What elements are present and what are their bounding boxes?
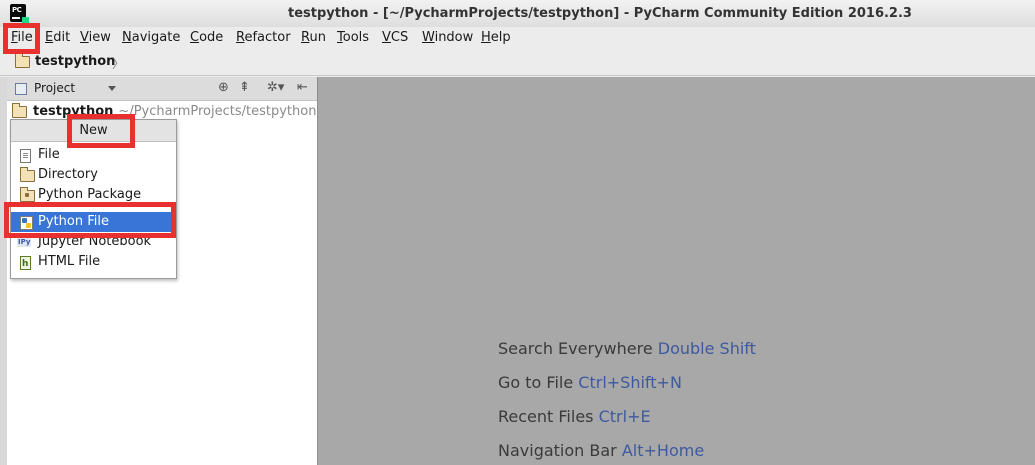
highlight-new-header [67,114,135,148]
menu-window[interactable]: Window [422,30,473,45]
collapse-all-icon[interactable]: ⇞ [239,80,250,95]
title-bar: PC testpython - [~/PycharmProjects/testp… [0,0,1035,27]
project-root-node[interactable]: testpython ~/PycharmProjects/testpython [12,102,317,119]
highlight-python-file [4,202,176,238]
chevron-down-icon[interactable] [108,86,116,91]
tool-window-strip [0,77,7,465]
menu-help[interactable]: Help [481,30,511,45]
hint-go-to-file: Go to File Ctrl+Shift+N [498,373,682,392]
hide-panel-icon[interactable]: ⇤ [297,80,308,95]
scroll-from-source-icon[interactable]: ⊕ [218,80,229,95]
folder-icon [12,102,27,118]
hint-navigation-bar: Navigation Bar Alt+Home [498,441,705,460]
project-view-selector[interactable]: Project [34,81,75,95]
window-title: testpython - [~/PycharmProjects/testpyth… [288,6,912,21]
hint-recent-files: Recent Files Ctrl+E [498,407,651,426]
file-icon [20,149,31,163]
highlight-file-menu [3,23,40,54]
menu-item-directory[interactable]: Directory [11,165,176,185]
editor-area[interactable] [317,77,1035,465]
project-toolbar: Project ⊕ ⇞ ✲▾ ⇤ [7,77,317,101]
gear-icon[interactable]: ✲▾ [267,80,284,95]
folder-icon [20,167,35,182]
jupyter-icon: IPy [17,237,32,247]
menu-run[interactable]: Run [301,30,326,45]
menu-edit[interactable]: Edit [45,30,70,45]
navigation-bar: testpython 〉 [0,49,1035,76]
package-icon [20,187,35,202]
menu-code[interactable]: Code [190,30,223,45]
menu-item-file[interactable]: File [11,145,176,165]
project-view-icon [15,83,27,95]
menu-refactor[interactable]: Refactor [236,30,291,45]
menu-view[interactable]: View [80,30,111,45]
hint-search-everywhere: Search Everywhere Double Shift [498,339,756,358]
menu-navigate[interactable]: Navigate [122,30,180,45]
menu-tools[interactable]: Tools [337,30,369,45]
html-file-icon [20,254,31,274]
chevron-right-icon: 〉 [112,57,126,72]
breadcrumb-project[interactable]: testpython [15,52,115,69]
menu-vcs[interactable]: VCS [382,30,408,45]
menu-bar: File Edit View Navigate Code Refactor Ru… [0,27,1035,49]
project-root-path: ~/PycharmProjects/testpython [118,104,317,119]
folder-icon [15,52,30,68]
menu-item-html-file[interactable]: HTML File [11,252,176,274]
